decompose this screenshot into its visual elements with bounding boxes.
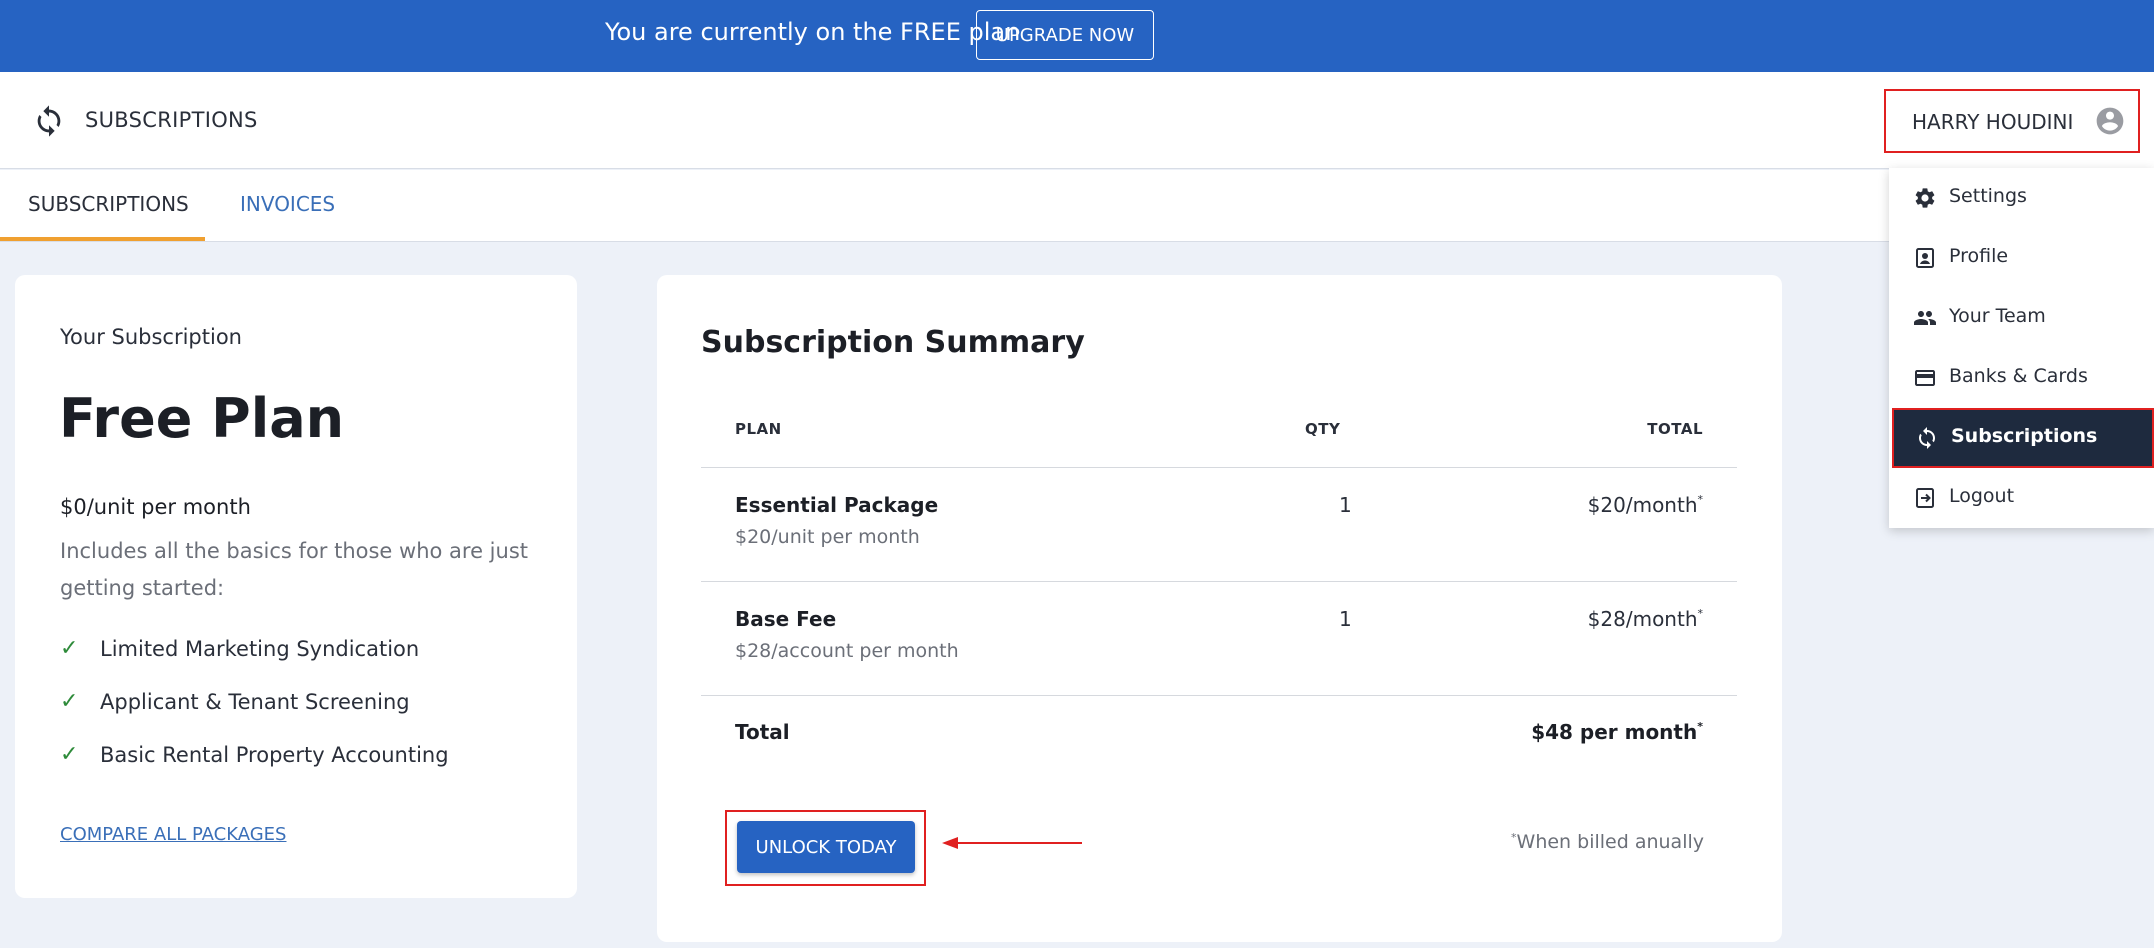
menu-label: Settings [1949, 185, 2027, 207]
logout-icon [1916, 488, 1934, 508]
menu-label: Your Team [1949, 305, 2046, 327]
menu-item-your-team[interactable]: Your Team [1889, 288, 2154, 348]
column-header-total: TOTAL [1647, 420, 1703, 438]
summary-title: Subscription Summary [701, 325, 1085, 360]
current-plan-card: Your Subscription Free Plan $0/unit per … [15, 275, 577, 898]
menu-item-banks-cards[interactable]: Banks & Cards [1889, 348, 2154, 408]
total-label: Total [735, 720, 790, 744]
row-plan-price: $28/account per month [735, 640, 959, 662]
menu-item-profile[interactable]: Profile [1889, 228, 2154, 288]
check-icon: ✓ [60, 636, 79, 661]
arrow-left-icon [942, 837, 1082, 849]
row-divider [701, 695, 1737, 696]
menu-label: Banks & Cards [1949, 365, 2088, 387]
avatar-icon [2096, 107, 2124, 135]
plan-name: Free Plan [59, 387, 345, 450]
sync-icon [37, 105, 61, 137]
menu-item-subscriptions[interactable]: Subscriptions [1892, 408, 2154, 468]
row-plan-name: Essential Package [735, 493, 939, 517]
subscription-summary-card: Subscription Summary PLAN QTY TOTAL Esse… [657, 275, 1782, 942]
plan-banner: You are currently on the FREE plan UPGRA… [0, 0, 2154, 72]
row-total: $28/month* [1587, 607, 1703, 631]
menu-label: Logout [1949, 485, 2015, 507]
feature-item: ✓ Applicant & Tenant Screening [60, 688, 449, 741]
feature-label: Limited Marketing Syndication [100, 637, 420, 661]
card-icon [1915, 370, 1935, 386]
billing-note: *When billed anually [1511, 831, 1704, 853]
column-header-qty: QTY [1305, 420, 1341, 438]
user-menu-button[interactable]: HARRY HOUDINI [1884, 89, 2140, 153]
tab-bar: SUBSCRIPTIONS INVOICES [0, 170, 2154, 242]
tab-invoices[interactable]: INVOICES [240, 192, 335, 216]
unlock-today-button[interactable]: UNLOCK TODAY [737, 821, 915, 873]
plan-price: $0/unit per month [60, 495, 251, 519]
row-divider [701, 581, 1737, 582]
feature-label: Basic Rental Property Accounting [100, 743, 449, 767]
user-dropdown-menu: Settings Profile Your Team Banks & Cards… [1889, 168, 2154, 528]
check-icon: ✓ [60, 689, 79, 714]
tab-subscriptions[interactable]: SUBSCRIPTIONS [28, 192, 189, 216]
menu-label: Profile [1949, 245, 2009, 267]
check-icon: ✓ [60, 742, 79, 767]
user-name: HARRY HOUDINI [1912, 110, 2074, 134]
feature-item: ✓ Basic Rental Property Accounting [60, 741, 449, 794]
page-title: SUBSCRIPTIONS [85, 108, 258, 132]
unlock-highlight: UNLOCK TODAY [725, 810, 926, 886]
plan-description: Includes all the basics for those who ar… [60, 539, 528, 600]
row-total: $20/month* [1587, 493, 1703, 517]
row-plan-name: Base Fee [735, 607, 837, 631]
total-value: $48 per month* [1531, 720, 1703, 744]
row-divider [701, 467, 1737, 468]
feature-label: Applicant & Tenant Screening [100, 690, 410, 714]
row-plan-price: $20/unit per month [735, 526, 920, 548]
banner-text: You are currently on the FREE plan [605, 18, 1021, 46]
gear-icon [1915, 188, 1935, 208]
feature-list: ✓ Limited Marketing Syndication ✓ Applic… [60, 635, 449, 794]
current-plan-heading: Your Subscription [60, 325, 242, 349]
menu-item-logout[interactable]: Logout [1889, 468, 2154, 528]
menu-label: Subscriptions [1951, 425, 2098, 447]
active-tab-indicator [0, 237, 205, 241]
profile-icon [1916, 248, 1934, 268]
menu-item-settings[interactable]: Settings [1889, 168, 2154, 228]
compare-packages-link[interactable]: COMPARE ALL PACKAGES [60, 824, 286, 845]
feature-item: ✓ Limited Marketing Syndication [60, 635, 449, 688]
team-icon [1914, 311, 1936, 325]
row-qty: 1 [1339, 493, 1352, 517]
column-header-plan: PLAN [735, 420, 782, 438]
sync-icon [1919, 427, 1935, 449]
page-header: SUBSCRIPTIONS HARRY HOUDINI [0, 72, 2154, 169]
row-qty: 1 [1339, 607, 1352, 631]
upgrade-now-button[interactable]: UPGRADE NOW [976, 10, 1154, 60]
